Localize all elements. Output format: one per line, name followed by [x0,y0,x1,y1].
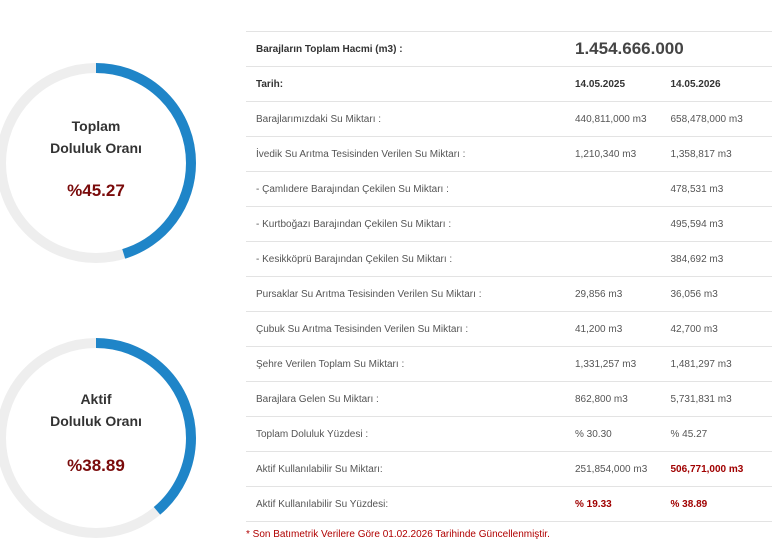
table-row: Barajlara Gelen Su Miktarı : 862,800 m3 … [246,381,772,417]
total-fill-gauge: Toplam Doluluk Oranı %45.27 [0,63,196,263]
row-value-2026: 658,478,000 m3 [668,101,772,137]
table-row: Toplam Doluluk Yüzdesi : % 30.30 % 45.27 [246,416,772,452]
row-value-2026: 1,358,817 m3 [668,136,772,172]
date-column-2: 14.05.2026 [668,66,772,102]
row-value-2025: 29,856 m3 [565,276,669,312]
total-volume-row: Barajların Toplam Hacmi (m3) : 1.454.666… [246,31,772,67]
row-value-2025 [565,171,669,207]
row-label: Toplam Doluluk Yüzdesi : [246,416,565,452]
active-fill-gauge-chart [0,338,196,538]
row-value-2026: 506,771,000 m3 [668,451,772,487]
row-value-2025: % 30.30 [565,416,669,452]
table-row: - Kurtboğazı Barajından Çekilen Su Mikta… [246,206,772,242]
gauge-title-line1: Toplam [71,118,121,134]
gauge-value: %45.27 [67,181,125,200]
gauge-title-line1: Aktif [80,391,112,407]
table-row: Aktif Kullanılabilir Su Miktarı: 251,854… [246,451,772,487]
gauge-title-line2: Doluluk Oranı [50,413,142,429]
table-row: Pursaklar Su Arıtma Tesisinden Verilen S… [246,276,772,312]
row-value-2026: 5,731,831 m3 [668,381,772,417]
total-volume-label: Barajların Toplam Hacmi (m3) : [246,31,565,67]
row-label: İvedik Su Arıtma Tesisinden Verilen Su M… [246,136,565,172]
row-value-2025: 440,811,000 m3 [565,101,669,137]
row-value-2026: 42,700 m3 [668,311,772,347]
row-value-2025: 251,854,000 m3 [565,451,669,487]
row-label: Şehre Verilen Toplam Su Miktarı : [246,346,565,382]
gauge-value: %38.89 [67,456,125,475]
total-fill-gauge-chart [0,63,196,263]
row-label: - Çamlıdere Barajından Çekilen Su Miktar… [246,171,565,207]
active-fill-gauge: Aktif Doluluk Oranı %38.89 [0,338,196,538]
table-row: - Çamlıdere Barajından Çekilen Su Miktar… [246,171,772,207]
row-label: - Kesikköprü Barajından Çekilen Su Mikta… [246,241,565,277]
row-value-2025: 1,331,257 m3 [565,346,669,382]
update-footnote: * Son Batımetrik Verilere Göre 01.02.202… [246,529,550,540]
row-label: Aktif Kullanılabilir Su Miktarı: [246,451,565,487]
row-value-2026: 495,594 m3 [668,206,772,242]
row-label: - Kurtboğazı Barajından Çekilen Su Mikta… [246,206,565,242]
table-row: - Kesikköprü Barajından Çekilen Su Mikta… [246,241,772,277]
row-value-2026: % 45.27 [668,416,772,452]
row-value-2025 [565,206,669,242]
dam-data-table: Barajların Toplam Hacmi (m3) : 1.454.666… [246,31,772,522]
row-value-2025 [565,241,669,277]
row-value-2025: 1,210,340 m3 [565,136,669,172]
row-value-2026: 478,531 m3 [668,171,772,207]
row-label: Barajlara Gelen Su Miktarı : [246,381,565,417]
row-value-2026: 384,692 m3 [668,241,772,277]
row-value-2025: 862,800 m3 [565,381,669,417]
total-volume-value: 1.454.666.000 [565,31,772,67]
row-value-2025: % 19.33 [565,486,669,522]
row-value-2026: 36,056 m3 [668,276,772,312]
row-label: Çubuk Su Arıtma Tesisinden Verilen Su Mi… [246,311,565,347]
date-row: Tarih: 14.05.2025 14.05.2026 [246,66,772,102]
row-value-2025: 41,200 m3 [565,311,669,347]
table-row: Çubuk Su Arıtma Tesisinden Verilen Su Mi… [246,311,772,347]
date-label: Tarih: [246,66,565,102]
row-label: Pursaklar Su Arıtma Tesisinden Verilen S… [246,276,565,312]
table-row: Şehre Verilen Toplam Su Miktarı : 1,331,… [246,346,772,382]
gauge-title-line2: Doluluk Oranı [50,140,142,156]
row-label: Aktif Kullanılabilir Su Yüzdesi: [246,486,565,522]
date-column-1: 14.05.2025 [565,66,669,102]
row-value-2026: % 38.89 [668,486,772,522]
table-row: İvedik Su Arıtma Tesisinden Verilen Su M… [246,136,772,172]
row-label: Barajlarımızdaki Su Miktarı : [246,101,565,137]
row-value-2026: 1,481,297 m3 [668,346,772,382]
table-row: Barajlarımızdaki Su Miktarı : 440,811,00… [246,101,772,137]
table-row: Aktif Kullanılabilir Su Yüzdesi: % 19.33… [246,486,772,522]
